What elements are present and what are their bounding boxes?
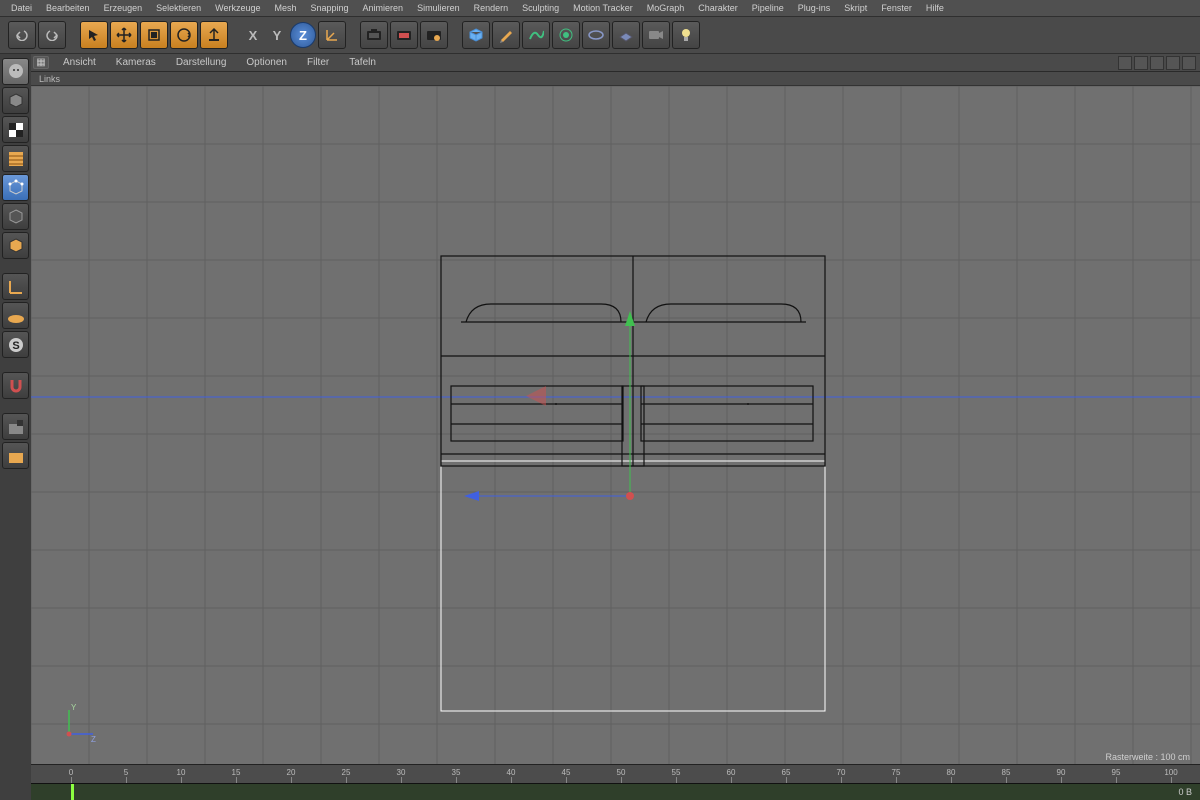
menu-rendern[interactable]: Rendern bbox=[467, 3, 516, 13]
grid-size-label: Rasterweite : 100 cm bbox=[1105, 752, 1190, 762]
place-tool[interactable] bbox=[200, 21, 228, 49]
viewport-name-label: Links bbox=[31, 72, 1200, 86]
vp-menu-tafeln[interactable]: Tafeln bbox=[339, 57, 386, 68]
axis-x-toggle[interactable]: X bbox=[242, 24, 264, 46]
polygon-mode-button[interactable] bbox=[2, 232, 29, 259]
current-frame-label: 0 B bbox=[1178, 787, 1192, 797]
menu-werkzeuge[interactable]: Werkzeuge bbox=[208, 3, 267, 13]
vp-nav-icon-3[interactable] bbox=[1150, 56, 1164, 70]
camera-button[interactable] bbox=[642, 21, 670, 49]
vp-menu-darstellung[interactable]: Darstellung bbox=[166, 57, 237, 68]
menu-erzeugen[interactable]: Erzeugen bbox=[97, 3, 150, 13]
snap-button[interactable]: S bbox=[2, 331, 29, 358]
viewport-panel: ▦ AnsichtKamerasDarstellungOptionenFilte… bbox=[31, 54, 1200, 800]
viewport-3d[interactable]: Y Z Rasterweite : 100 cm bbox=[31, 86, 1200, 764]
menu-bearbeiten[interactable]: Bearbeiten bbox=[39, 3, 97, 13]
vp-nav-icon-4[interactable] bbox=[1166, 56, 1180, 70]
menu-fenster[interactable]: Fenster bbox=[874, 3, 919, 13]
magnet-button[interactable] bbox=[2, 372, 29, 399]
axis-gizmo[interactable] bbox=[446, 296, 686, 556]
environment-button[interactable] bbox=[582, 21, 610, 49]
menu-simulieren[interactable]: Simulieren bbox=[410, 3, 467, 13]
pen-button[interactable] bbox=[492, 21, 520, 49]
scale-tool[interactable] bbox=[140, 21, 168, 49]
timeline-ruler[interactable]: 0510152025303540455055606570758085909510… bbox=[31, 765, 1200, 783]
axis-y-toggle[interactable]: Y bbox=[266, 24, 288, 46]
svg-text:Z: Z bbox=[91, 735, 96, 744]
redo-button[interactable] bbox=[38, 21, 66, 49]
menu-charakter[interactable]: Charakter bbox=[691, 3, 745, 13]
mini-axis-icon: Y Z bbox=[59, 704, 99, 744]
model-mode-button[interactable] bbox=[2, 87, 29, 114]
live-select-tool[interactable] bbox=[80, 21, 108, 49]
vp-menu-filter[interactable]: Filter bbox=[297, 57, 339, 68]
menu-hilfe[interactable]: Hilfe bbox=[919, 3, 951, 13]
render-settings-button[interactable] bbox=[420, 21, 448, 49]
layer-button[interactable] bbox=[2, 442, 29, 469]
svg-text:Y: Y bbox=[71, 704, 77, 712]
menu-snapping[interactable]: Snapping bbox=[304, 3, 356, 13]
vp-nav-icon-5[interactable] bbox=[1182, 56, 1196, 70]
render-button[interactable] bbox=[360, 21, 388, 49]
rotate-tool[interactable] bbox=[170, 21, 198, 49]
menu-selektieren[interactable]: Selektieren bbox=[149, 3, 208, 13]
menu-sculpting[interactable]: Sculpting bbox=[515, 3, 566, 13]
undo-button[interactable] bbox=[8, 21, 36, 49]
menu-plug-ins[interactable]: Plug-ins bbox=[791, 3, 838, 13]
uv-mode-button[interactable] bbox=[2, 145, 29, 172]
viewport-panel-icon[interactable]: ▦ bbox=[33, 56, 49, 69]
vp-nav-icon-2[interactable] bbox=[1134, 56, 1148, 70]
vp-menu-kameras[interactable]: Kameras bbox=[106, 57, 166, 68]
mode-toolbar: S bbox=[0, 54, 31, 800]
workplane-button[interactable] bbox=[2, 302, 29, 329]
menu-motion tracker[interactable]: Motion Tracker bbox=[566, 3, 640, 13]
vp-nav-icon-1[interactable] bbox=[1118, 56, 1132, 70]
svg-text:S: S bbox=[12, 340, 19, 352]
menu-mesh[interactable]: Mesh bbox=[267, 3, 303, 13]
point-mode-button[interactable] bbox=[2, 174, 29, 201]
menu-animieren[interactable]: Animieren bbox=[356, 3, 411, 13]
axis-z-toggle[interactable]: Z bbox=[290, 22, 316, 48]
timeline-track[interactable]: 0 B bbox=[31, 783, 1200, 800]
main-menu-bar: DateiBearbeitenErzeugenSelektierenWerkze… bbox=[0, 0, 1200, 16]
primitive-button[interactable] bbox=[462, 21, 490, 49]
menu-mograph[interactable]: MoGraph bbox=[640, 3, 692, 13]
axis-button[interactable] bbox=[2, 273, 29, 300]
menu-pipeline[interactable]: Pipeline bbox=[745, 3, 791, 13]
move-tool[interactable] bbox=[110, 21, 138, 49]
vp-menu-optionen[interactable]: Optionen bbox=[236, 57, 297, 68]
coord-system-button[interactable] bbox=[318, 21, 346, 49]
menu-skript[interactable]: Skript bbox=[837, 3, 874, 13]
light-button[interactable] bbox=[672, 21, 700, 49]
edge-mode-button[interactable] bbox=[2, 203, 29, 230]
deformer-button[interactable] bbox=[552, 21, 580, 49]
render-region-button[interactable] bbox=[390, 21, 418, 49]
menu-datei[interactable]: Datei bbox=[4, 3, 39, 13]
viewport-menu-bar: ▦ AnsichtKamerasDarstellungOptionenFilte… bbox=[31, 54, 1200, 72]
vp-menu-ansicht[interactable]: Ansicht bbox=[53, 57, 106, 68]
head-icon[interactable] bbox=[2, 58, 29, 85]
texture-mode-button[interactable] bbox=[2, 116, 29, 143]
layer-lock-button[interactable] bbox=[2, 413, 29, 440]
main-toolbar: X Y Z bbox=[0, 16, 1200, 54]
timeline: 0510152025303540455055606570758085909510… bbox=[31, 764, 1200, 800]
spline-button[interactable] bbox=[522, 21, 550, 49]
floor-button[interactable] bbox=[612, 21, 640, 49]
